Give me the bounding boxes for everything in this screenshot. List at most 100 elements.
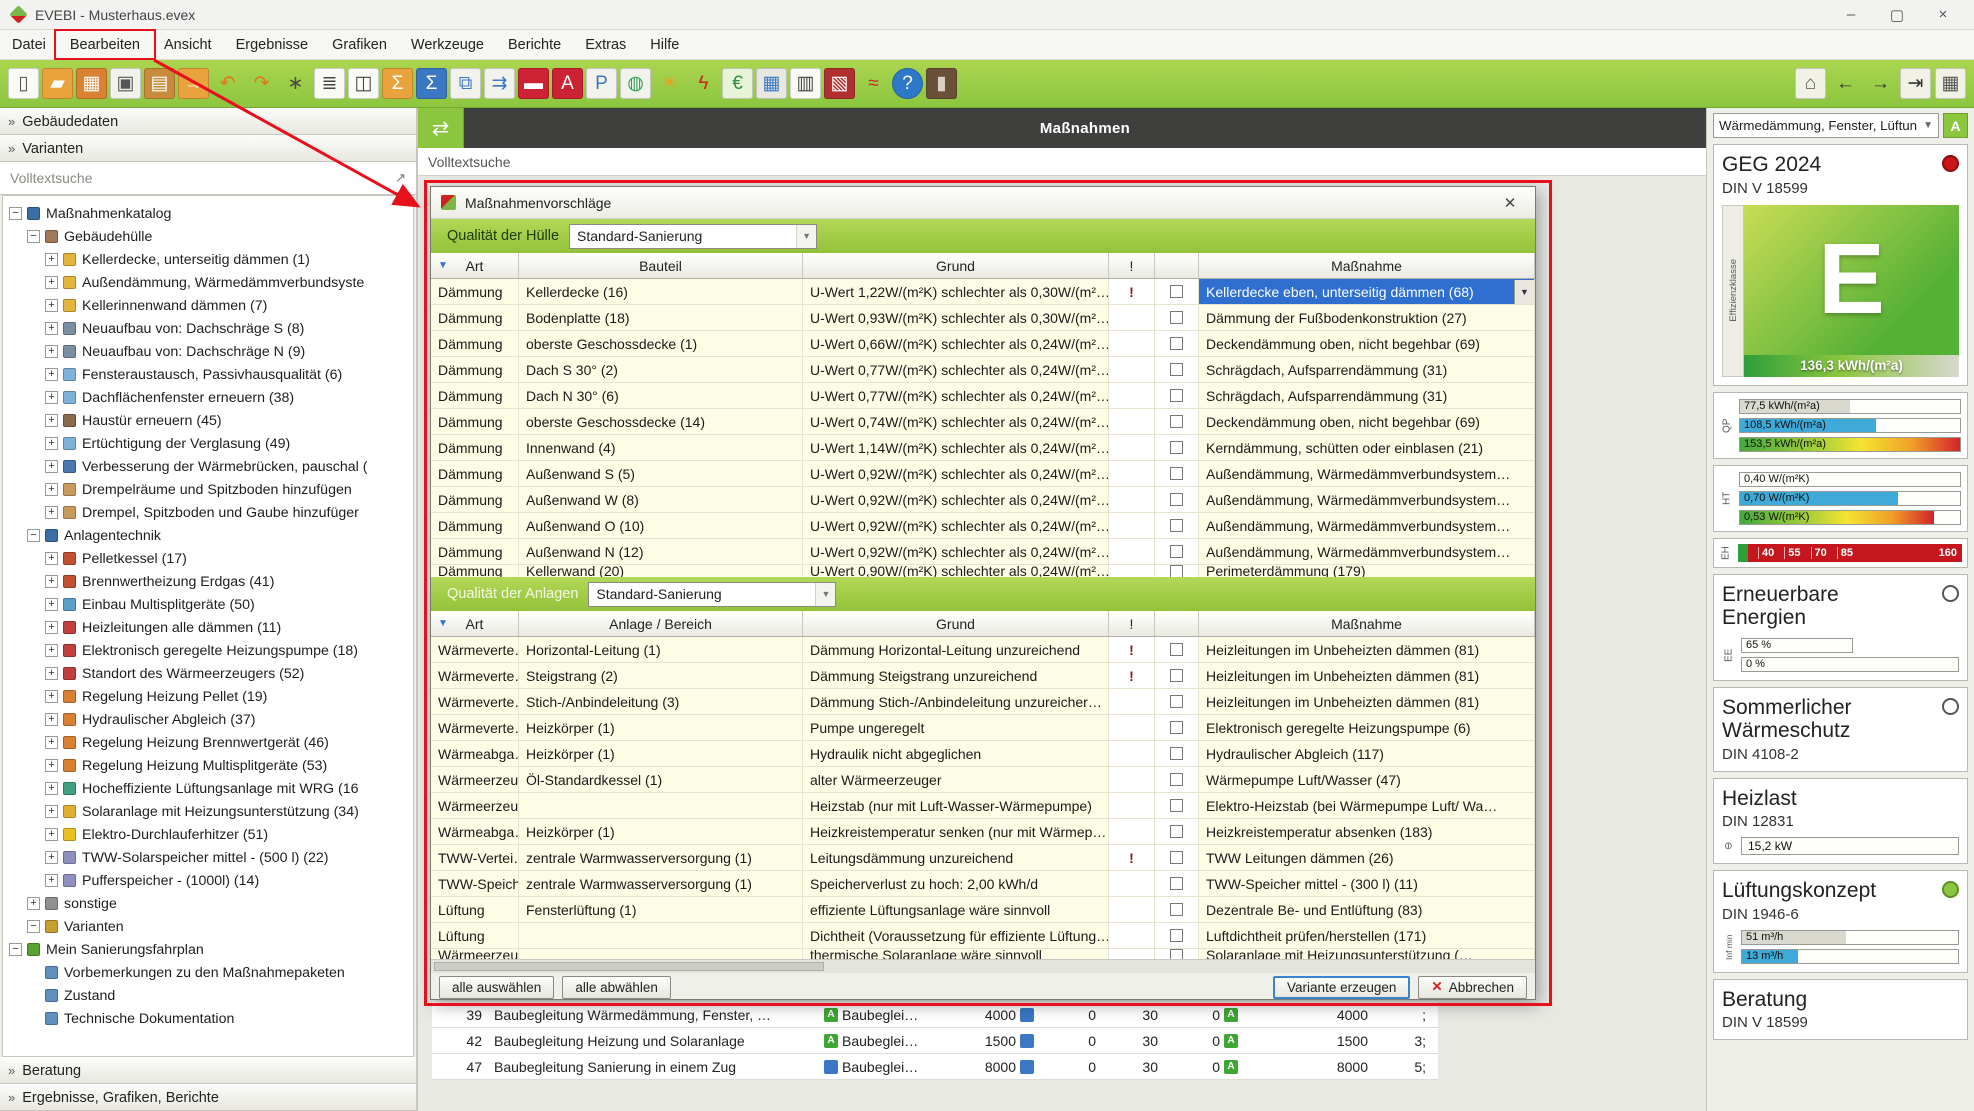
curve-icon[interactable]: ≈ xyxy=(858,68,889,99)
expand-icon[interactable]: + xyxy=(45,736,58,749)
calendar-grid-icon[interactable]: ▦ xyxy=(1935,68,1966,99)
sort-chart-icon[interactable]: ⇉ xyxy=(484,68,515,99)
table-row[interactable]: Wärmeerzeu…Öl-Standardkessel (1)alter Wä… xyxy=(431,767,1535,793)
hull-quality-select[interactable]: Standard-Sanierung ▼ xyxy=(569,224,817,249)
row-checkbox[interactable] xyxy=(1170,311,1183,324)
tree-item[interactable]: +Hocheffiziente Lüftungsanlage mit WRG (… xyxy=(3,777,413,800)
column-header-check[interactable] xyxy=(1155,611,1199,636)
cell-massnahme[interactable]: Hydraulischer Abgleich (117) xyxy=(1199,741,1535,766)
table-row[interactable]: TWW-Speich…zentrale Warmwasserversorgung… xyxy=(431,871,1535,897)
sort-icon[interactable]: ▼ xyxy=(438,260,448,271)
column-header-check[interactable] xyxy=(1155,253,1199,278)
row-checkbox[interactable] xyxy=(1170,363,1183,376)
column-header-art[interactable]: ▼Art xyxy=(431,611,519,636)
expand-icon[interactable]: + xyxy=(45,253,58,266)
minimize-button[interactable]: – xyxy=(1828,0,1874,29)
maximize-button[interactable]: ▢ xyxy=(1874,0,1920,29)
table-row[interactable]: DämmungAußenwand O (10)U-Wert 0,92W/(m²K… xyxy=(431,513,1535,539)
row-checkbox[interactable] xyxy=(1170,493,1183,506)
column-header-massnahme[interactable]: Maßnahme xyxy=(1199,253,1535,278)
expand-icon[interactable]: + xyxy=(45,414,58,427)
deselect-all-button[interactable]: alle abwählen xyxy=(562,976,671,999)
row-checkbox[interactable] xyxy=(1170,519,1183,532)
table-row[interactable]: Wärmeverte…Horizontal-Leitung (1)Dämmung… xyxy=(431,637,1535,663)
column-header-massnahme[interactable]: Maßnahme xyxy=(1199,611,1535,636)
table-row[interactable]: DämmungDach N 30° (6)U-Wert 0,77W/(m²K) … xyxy=(431,383,1535,409)
row-checkbox[interactable] xyxy=(1170,415,1183,428)
sidebar-section-beratung[interactable]: » Beratung xyxy=(0,1057,416,1084)
cell-massnahme[interactable]: Heizleitungen im Unbeheizten dämmen (81) xyxy=(1199,637,1535,662)
expand-icon[interactable]: + xyxy=(45,828,58,841)
tree-item[interactable]: +Drempel, Spitzboden und Gaube hinzufüge… xyxy=(3,501,413,524)
table-row[interactable]: 39Baubegleitung Wärmedämmung, Fenster, …… xyxy=(432,1002,1438,1028)
cell-massnahme[interactable]: Außendämmung, Wärmedämmverbundsystem… xyxy=(1199,539,1535,564)
tree-item[interactable]: +Verbesserung der Wärmebrücken, pauschal… xyxy=(3,455,413,478)
tree-item[interactable]: +Ertüchtigung der Verglasung (49) xyxy=(3,432,413,455)
menu-item-berichte[interactable]: Berichte xyxy=(496,30,573,59)
collapse-icon[interactable]: − xyxy=(9,207,22,220)
tree-item[interactable]: −Maßnahmenkatalog xyxy=(3,202,413,225)
variant-select[interactable]: Wärmedämmung, Fenster, Lüftun ▼ xyxy=(1713,113,1939,138)
table-row[interactable]: 42Baubegleitung Heizung und SolaranlageA… xyxy=(432,1028,1438,1054)
menu-item-extras[interactable]: Extras xyxy=(573,30,638,59)
table-row[interactable]: DämmungKellerwand (20)U-Wert 0,90W/(m²K)… xyxy=(431,565,1535,577)
system-quality-select[interactable]: Standard-Sanierung ▼ xyxy=(588,582,836,607)
table-row[interactable]: Wärmeverte…Stich-/Anbindeleitung (3)Dämm… xyxy=(431,689,1535,715)
tree-item[interactable]: Zustand xyxy=(3,984,413,1007)
tree-item[interactable]: −Mein Sanierungsfahrplan xyxy=(3,938,413,961)
expand-icon[interactable]: + xyxy=(45,437,58,450)
tree-item[interactable]: +Kellerinnenwand dämmen (7) xyxy=(3,294,413,317)
tree-item[interactable]: +Brennwertheizung Erdgas (41) xyxy=(3,570,413,593)
tree-item[interactable]: +sonstige xyxy=(3,892,413,915)
cancel-button[interactable]: ✕Abbrechen xyxy=(1418,976,1527,999)
sidebar-section-ergebnisse[interactable]: » Ergebnisse, Grafiken, Berichte xyxy=(0,1084,416,1111)
expand-icon[interactable]: ↗ xyxy=(395,170,406,186)
menu-item-bearbeiten[interactable]: Bearbeiten xyxy=(58,30,152,59)
redo-icon[interactable]: ↷ xyxy=(246,68,277,99)
table-row[interactable]: Dämmungoberste Geschossdecke (1)U-Wert 0… xyxy=(431,331,1535,357)
column-header-grund[interactable]: Grund xyxy=(803,611,1109,636)
expand-icon[interactable]: + xyxy=(45,805,58,818)
euro-icon[interactable]: € xyxy=(722,68,753,99)
door-icon[interactable]: ▮ xyxy=(926,68,957,99)
row-checkbox[interactable] xyxy=(1170,285,1183,298)
column-header-grund[interactable]: Grund xyxy=(803,253,1109,278)
goto-icon[interactable]: ⇥ xyxy=(1900,68,1931,99)
column-header-warn[interactable]: ! xyxy=(1109,253,1155,278)
expand-icon[interactable]: + xyxy=(45,713,58,726)
cell-massnahme[interactable]: Heizleitungen im Unbeheizten dämmen (81) xyxy=(1199,689,1535,714)
table-row[interactable]: LüftungDichtheit (Voraussetzung für effi… xyxy=(431,923,1535,949)
dialog-horizontal-scrollbar[interactable] xyxy=(431,959,1535,973)
cell-massnahme[interactable]: Luftdichtheit prüfen/herstellen (171) xyxy=(1199,923,1535,948)
tree-item[interactable]: +Pelletkessel (17) xyxy=(3,547,413,570)
close-icon[interactable]: ✕ xyxy=(1495,194,1525,212)
expand-icon[interactable]: + xyxy=(45,644,58,657)
save-icon[interactable]: ▦ xyxy=(76,68,107,99)
cell-massnahme[interactable]: TWW-Speicher mittel - (300 l) (11) xyxy=(1199,871,1535,896)
calculator-icon[interactable]: ▦ xyxy=(756,68,787,99)
cell-massnahme[interactable]: Dezentrale Be- und Entlüftung (83) xyxy=(1199,897,1535,922)
tree-item[interactable]: −Anlagentechnik xyxy=(3,524,413,547)
open-folder-icon[interactable]: ▰ xyxy=(42,68,73,99)
tree-item[interactable]: −Varianten xyxy=(3,915,413,938)
cell-massnahme[interactable]: Heizkreistemperatur absenken (183) xyxy=(1199,819,1535,844)
table-row[interactable]: DämmungAußenwand W (8)U-Wert 0,92W/(m²K)… xyxy=(431,487,1535,513)
cell-massnahme[interactable]: Schrägdach, Aufsparrendämmung (31) xyxy=(1199,383,1535,408)
tree-item[interactable]: +Haustür erneuern (45) xyxy=(3,409,413,432)
cell-massnahme[interactable]: Außendämmung, Wärmedämmverbundsystem… xyxy=(1199,513,1535,538)
cell-massnahme[interactable]: Solaranlage mit Heizungsunterstützung (… xyxy=(1199,949,1535,959)
collapse-icon[interactable]: − xyxy=(27,230,40,243)
table-row[interactable]: DämmungInnenwand (4)U-Wert 1,14W/(m²K) s… xyxy=(431,435,1535,461)
tree-item[interactable]: +Fensteraustausch, Passivhausqualität (6… xyxy=(3,363,413,386)
tree-item[interactable]: +Drempelräume und Spitzboden hinzufügen xyxy=(3,478,413,501)
tree-item[interactable]: +Pufferspeicher - (1000l) (14) xyxy=(3,869,413,892)
export-folder-icon[interactable]: → xyxy=(178,68,209,99)
sun-icon[interactable]: ☀ xyxy=(654,68,685,99)
table-row[interactable]: DämmungDach S 30° (2)U-Wert 0,77W/(m²K) … xyxy=(431,357,1535,383)
copy-icon[interactable]: ▣ xyxy=(110,68,141,99)
menu-item-ansicht[interactable]: Ansicht xyxy=(152,30,224,59)
row-checkbox[interactable] xyxy=(1170,903,1183,916)
collapse-icon[interactable]: − xyxy=(27,920,40,933)
table-report-icon[interactable]: ◫ xyxy=(348,68,379,99)
row-checkbox[interactable] xyxy=(1170,389,1183,402)
